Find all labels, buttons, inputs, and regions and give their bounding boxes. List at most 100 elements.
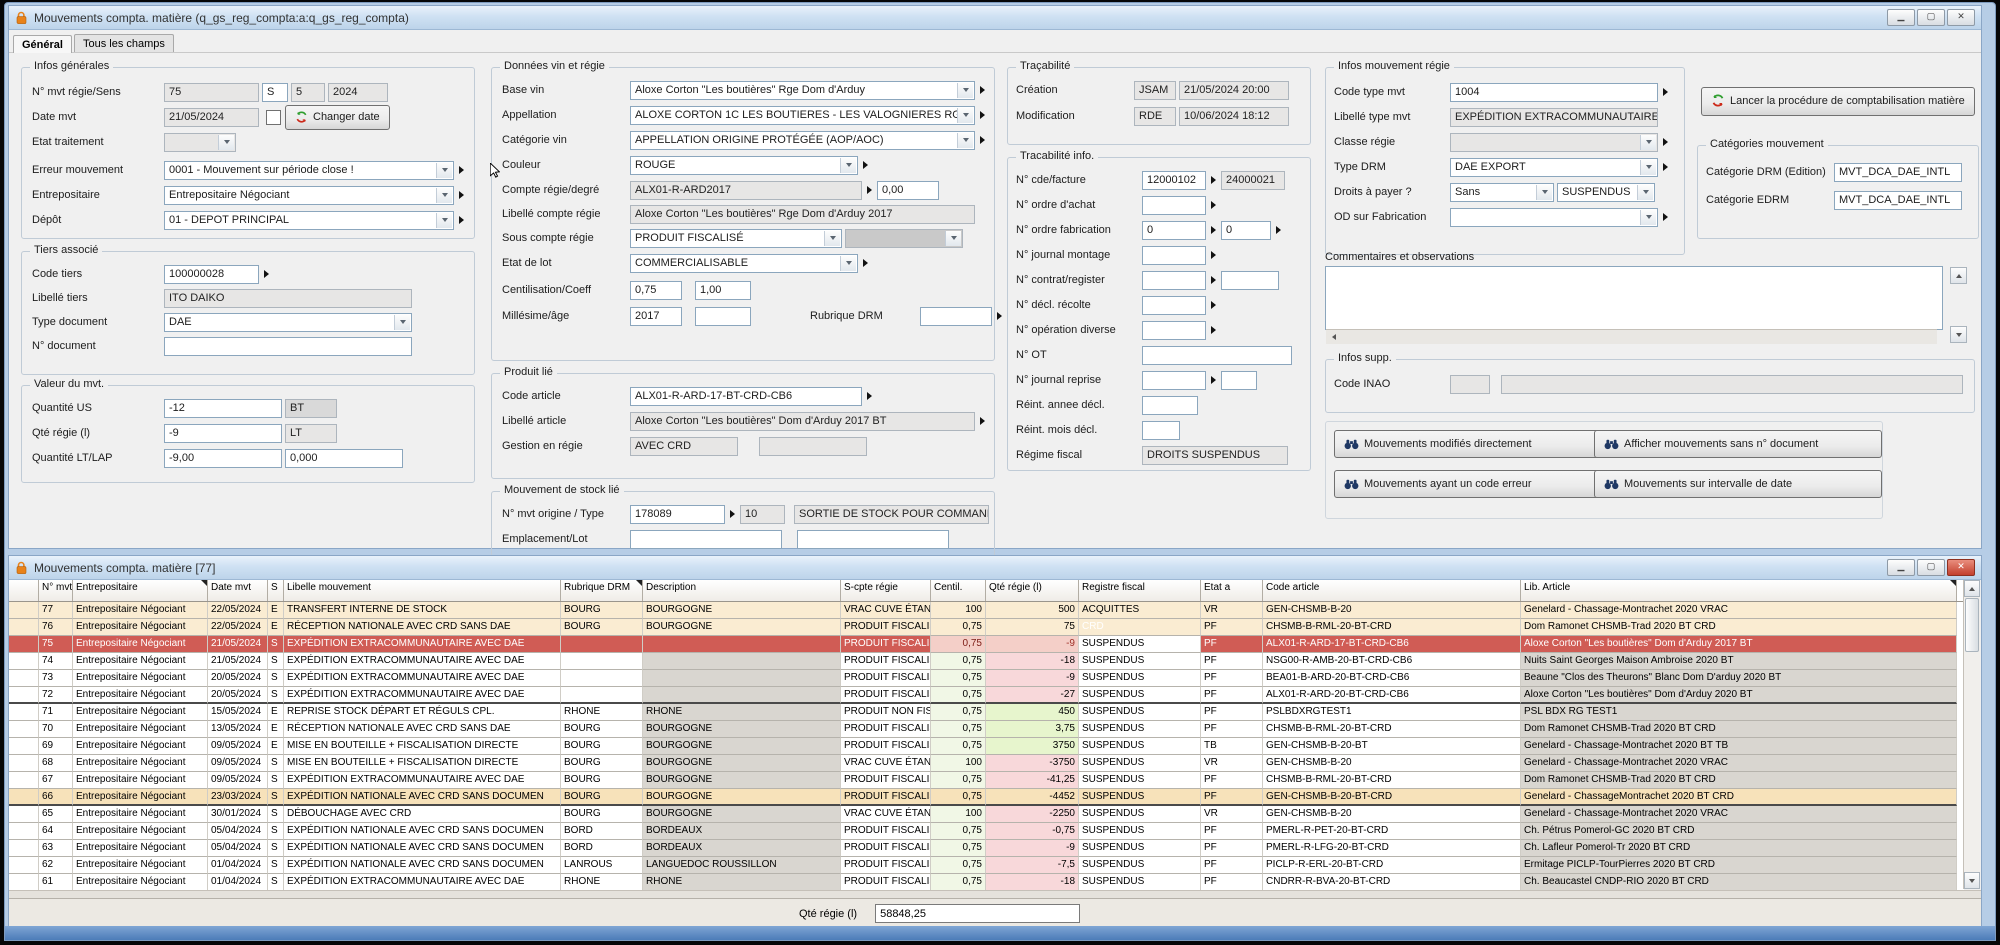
scroll-up-icon[interactable]	[1950, 267, 1967, 284]
scroll-down-icon[interactable]	[1950, 326, 1967, 343]
grid-cell-s[interactable]: S	[268, 806, 284, 823]
grid-cell-centil[interactable]: 0,75	[931, 619, 986, 636]
grid-cell-libelle[interactable]: MISE EN BOUTEILLE + FISCALISATION DIRECT…	[284, 755, 561, 772]
grid-cell-date[interactable]: 20/05/2024	[208, 670, 268, 687]
grid-cell-lib[interactable]: Ch. Beaucastel CNDP-RIO 2020 BT CRD	[1521, 874, 1957, 890]
grid-cell-description[interactable]: LANGUEDOC ROUSSILLON	[643, 857, 841, 874]
grid-cell-scpte[interactable]: PRODUIT FISCALIS	[841, 789, 931, 806]
tab-tous-les-champs[interactable]: Tous les champs	[74, 34, 174, 52]
grid-maximize-button[interactable]: ▢	[1917, 559, 1945, 576]
degre-field[interactable]: 0,00	[877, 181, 939, 200]
grid-cell-lib[interactable]: Genelard - Chassage-Montrachet 2020 VRAC	[1521, 755, 1957, 772]
grid-cell-entrepositaire[interactable]: Entrepositaire Négociant	[73, 840, 208, 857]
grid-cell-selc[interactable]	[9, 772, 39, 789]
grid-cell-lib[interactable]: Beaune "Clos des Theurons" Blanc Dom D'a…	[1521, 670, 1957, 687]
grid-cell-code[interactable]: ALX01-R-ARD-20-BT-CRD-CB6	[1263, 687, 1521, 704]
grid-cell-registre[interactable]: SUSPENDUS	[1079, 806, 1201, 823]
grid-vscrollbar[interactable]	[1963, 580, 1980, 889]
lancer-comptabilisation-button[interactable]: Lancer la procédure de comptabilisation …	[1701, 87, 1975, 116]
grid-cell-entrepositaire[interactable]: Entrepositaire Négociant	[73, 653, 208, 670]
grid-cell-s[interactable]: S	[268, 789, 284, 806]
drilldown-arrow-icon[interactable]	[1211, 176, 1216, 184]
drilldown-arrow-icon[interactable]	[1211, 251, 1216, 259]
grid-cell-centil[interactable]: 100	[931, 602, 986, 619]
grid-cell-s[interactable]: S	[268, 772, 284, 789]
grid-cell-code[interactable]: CNDRR-R-BVA-20-BT-CRD	[1263, 874, 1521, 890]
grid-cell-entrepositaire[interactable]: Entrepositaire Négociant	[73, 602, 208, 619]
drilldown-arrow-icon[interactable]	[867, 186, 872, 194]
grid-cell-registre[interactable]: SUSPENDUS	[1079, 721, 1201, 738]
grid-cell-etat[interactable]: PF	[1201, 874, 1263, 890]
grid-cell-code[interactable]: PICLP-R-ERL-20-BT-CRD	[1263, 857, 1521, 874]
grid-minimize-button[interactable]: ▁	[1887, 559, 1915, 576]
grid-row-67[interactable]: 67Entrepositaire Négociant09/05/2024SEXP…	[9, 772, 1964, 789]
erreur-select[interactable]: 0001 - Mouvement sur période close !	[164, 161, 454, 180]
grid-row-62[interactable]: 62Entrepositaire Négociant01/04/2024SEXP…	[9, 857, 1964, 874]
classe-regie-select[interactable]	[1450, 133, 1658, 152]
grid-cell-nmvt[interactable]: 72	[39, 687, 73, 704]
categorie-vin-select[interactable]: APPELLATION ORIGINE PROTÉGÉE (AOP/AOC)	[630, 131, 975, 150]
grid-cell-scpte[interactable]: PRODUIT FISCALIS	[841, 840, 931, 857]
qte-regie-field[interactable]: -9	[164, 424, 282, 443]
grid-cell-s[interactable]: S	[268, 653, 284, 670]
grid-cell-selc[interactable]	[9, 789, 39, 806]
drilldown-arrow-icon[interactable]	[863, 161, 868, 169]
grid-cell-scpte[interactable]: PRODUIT FISCALIS	[841, 823, 931, 840]
grid-row-77[interactable]: 77Entrepositaire Négociant22/05/2024ETRA…	[9, 602, 1964, 619]
grid-cell-scpte[interactable]: PRODUIT FISCALIS	[841, 636, 931, 653]
grid-cell-centil[interactable]: 0,75	[931, 874, 986, 890]
close-button[interactable]: ✕	[1947, 9, 1975, 26]
grid-cell-rubrique[interactable]: LANROUS	[561, 857, 643, 874]
grid-cell-selc[interactable]	[9, 636, 39, 653]
entrepositaire-select[interactable]: Entrepositaire Négociant	[164, 186, 454, 205]
grid-header-entrepositaire[interactable]: Entrepositaire	[73, 580, 208, 601]
scrollbar-thumb[interactable]	[1965, 598, 1979, 652]
grid-cell-selc[interactable]	[9, 602, 39, 619]
grid-cell-date[interactable]: 05/04/2024	[208, 823, 268, 840]
grid-cell-code[interactable]: GEN-CHSMB-B-20	[1263, 755, 1521, 772]
chevron-down-icon[interactable]	[840, 256, 856, 271]
grid-header-nmvt[interactable]: N° mvt	[39, 580, 73, 601]
grid-cell-code[interactable]: PSLBDXRGTEST1	[1263, 704, 1521, 721]
ordre-fab2-field[interactable]: 0	[1221, 221, 1271, 240]
grid-cell-libelle[interactable]: TRANSFERT INTERNE DE STOCK	[284, 602, 561, 619]
od-fabrication-select[interactable]	[1450, 208, 1658, 227]
code-article-field[interactable]: ALX01-R-ARD-17-BT-CRD-CB6	[630, 387, 862, 406]
grid-cell-rubrique[interactable]: BORD	[561, 823, 643, 840]
drilldown-arrow-icon[interactable]	[980, 417, 985, 425]
grid-cell-date[interactable]: 15/05/2024	[208, 704, 268, 721]
type-document-select[interactable]: DAE	[164, 313, 412, 332]
grid-cell-date[interactable]: 21/05/2024	[208, 653, 268, 670]
grid-cell-libelle[interactable]: MISE EN BOUTEILLE + FISCALISATION DIRECT…	[284, 738, 561, 755]
grid-cell-lib[interactable]: Genelard - Chassage-Montrachet 2020 BT T…	[1521, 738, 1957, 755]
grid-cell-code[interactable]: ALX01-R-ARD-17-BT-CRD-CB6	[1263, 636, 1521, 653]
grid-cell-etat[interactable]: PF	[1201, 857, 1263, 874]
grid-cell-centil[interactable]: 0,75	[931, 636, 986, 653]
rubrique-drm-field[interactable]	[920, 307, 992, 326]
grid-cell-s[interactable]: S	[268, 823, 284, 840]
chevron-down-icon[interactable]	[957, 83, 973, 98]
grid-cell-entrepositaire[interactable]: Entrepositaire Négociant	[73, 636, 208, 653]
grid-cell-centil[interactable]: 100	[931, 755, 986, 772]
grid-cell-centil[interactable]: 0,75	[931, 840, 986, 857]
grid-cell-entrepositaire[interactable]: Entrepositaire Négociant	[73, 687, 208, 704]
scroll-left-icon[interactable]	[1326, 331, 1341, 344]
grid-cell-code[interactable]: GEN-CHSMB-B-20	[1263, 806, 1521, 823]
scroll-down-icon[interactable]	[1964, 872, 1980, 889]
grid-header-scpte[interactable]: S-cpte régie	[841, 580, 931, 601]
grid-cell-scpte[interactable]: PRODUIT FISCALIS	[841, 670, 931, 687]
scroll-up-icon[interactable]	[1964, 580, 1980, 597]
mouvements-modifies-button[interactable]: Mouvements modifiés directement	[1334, 430, 1602, 458]
grid-cell-rubrique[interactable]	[561, 653, 643, 670]
grid-cell-centil[interactable]: 0,75	[931, 738, 986, 755]
grid-cell-etat[interactable]: PF	[1201, 653, 1263, 670]
grid-cell-entrepositaire[interactable]: Entrepositaire Négociant	[73, 704, 208, 721]
grid-cell-rubrique[interactable]: BOURG	[561, 619, 643, 636]
operation-diverse-field[interactable]	[1142, 321, 1206, 340]
grid-row-72[interactable]: 72Entrepositaire Négociant20/05/2024SEXP…	[9, 687, 1964, 704]
grid-cell-description[interactable]: BOURGOGNE	[643, 806, 841, 823]
grid-hscrollbar[interactable]	[9, 890, 1981, 898]
grid-cell-registre[interactable]: SUSPENDUS	[1079, 755, 1201, 772]
drilldown-arrow-icon[interactable]	[730, 510, 735, 518]
grid-cell-centil[interactable]: 0,75	[931, 823, 986, 840]
